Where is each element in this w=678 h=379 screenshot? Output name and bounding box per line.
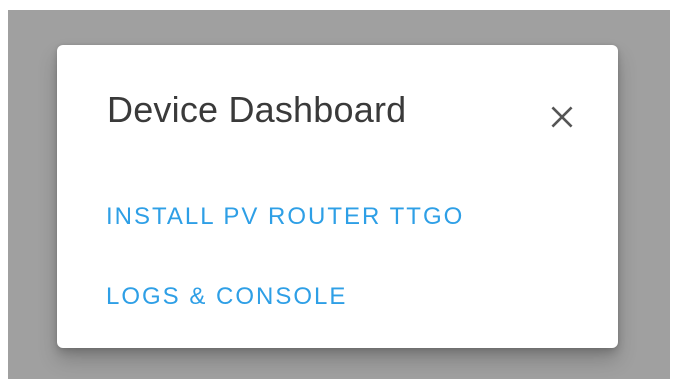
close-button[interactable] — [542, 97, 582, 137]
page: Device Dashboard INSTALL PV ROUTER TTGO … — [0, 0, 678, 379]
install-pv-router-ttgo-button[interactable]: INSTALL PV ROUTER TTGO — [106, 203, 464, 231]
close-icon — [549, 104, 575, 130]
logs-console-button[interactable]: LOGS & CONSOLE — [106, 283, 347, 311]
device-dashboard-dialog: Device Dashboard INSTALL PV ROUTER TTGO … — [57, 45, 618, 348]
dialog-title: Device Dashboard — [107, 89, 407, 130]
